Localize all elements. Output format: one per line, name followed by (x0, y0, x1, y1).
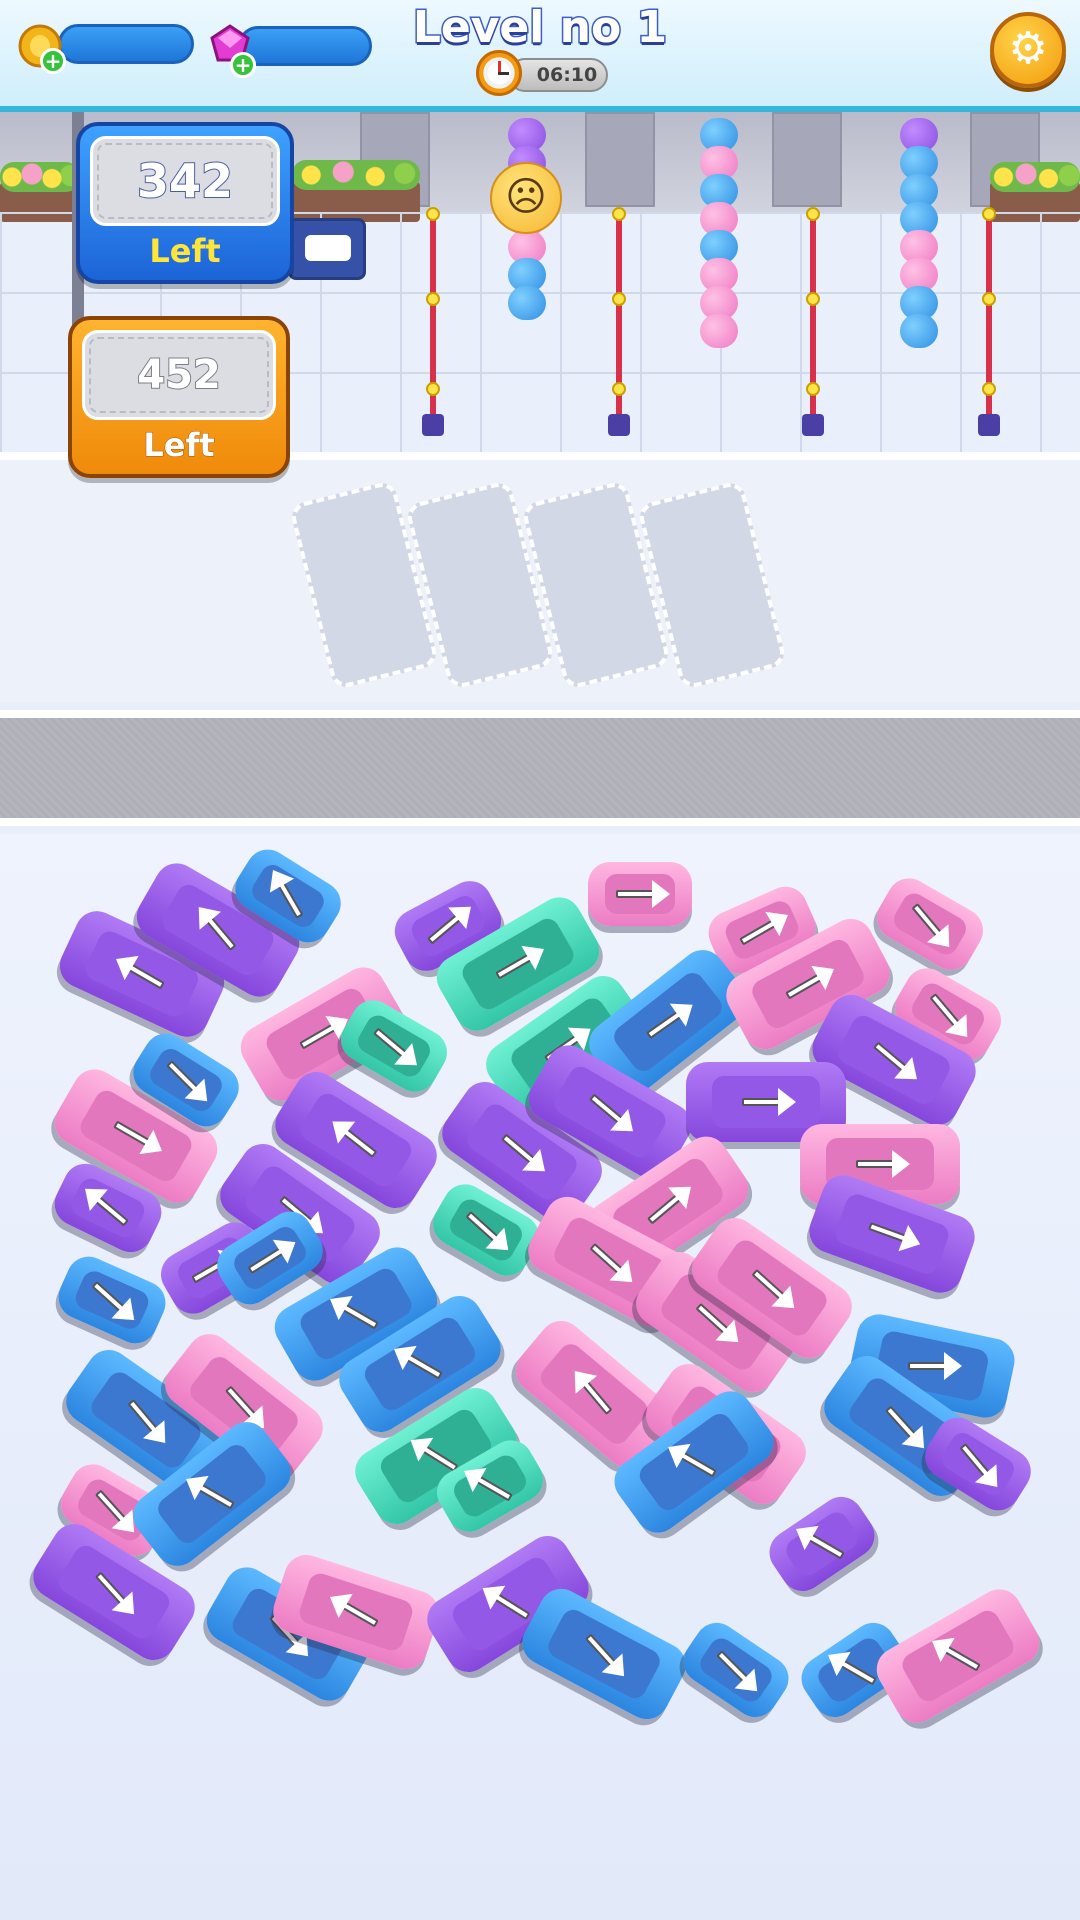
passengers-left-value: 452 (82, 330, 276, 420)
passenger (900, 314, 938, 348)
passengers-left-label: Left (143, 426, 215, 465)
rail-post (608, 414, 630, 436)
flowers (990, 162, 1080, 192)
rail-knob (612, 207, 626, 221)
add-coins-button[interactable]: + (40, 48, 66, 74)
rail-knob (612, 292, 626, 306)
rail-knob (806, 207, 820, 221)
arrow-shaft (908, 1362, 948, 1370)
passengers-left-counter: 452 Left (68, 316, 290, 478)
purple-car[interactable] (760, 1488, 884, 1600)
arrow-head (944, 1352, 962, 1380)
arrow-shaft (616, 890, 656, 898)
vehicles-left-counter: 342 Left (76, 122, 294, 284)
arrow-head (778, 1088, 796, 1116)
clock-icon (476, 50, 522, 96)
flowers (0, 162, 80, 192)
rail-knob (982, 292, 996, 306)
vehicles-left-label: Left (149, 232, 221, 270)
rail-knob (612, 382, 626, 396)
parking-lot (0, 834, 1080, 1920)
flowers (292, 160, 420, 190)
rail-knob (982, 207, 996, 221)
settings-button[interactable]: ⚙ (990, 12, 1066, 88)
game-stage: + + Level no 1 06:10 ⚙ ☹ 342 Left 452 Le… (0, 0, 1080, 1920)
sad-face-icon: ☹ (490, 162, 562, 234)
rail-knob (806, 292, 820, 306)
wall-panel (585, 112, 655, 207)
add-gems-button[interactable]: + (230, 52, 256, 78)
gear-icon: ⚙ (1008, 23, 1048, 74)
rail-knob (426, 382, 440, 396)
rail-knob (982, 382, 996, 396)
coin-bar (58, 24, 194, 64)
pink-car[interactable] (588, 862, 692, 926)
rail-knob (806, 382, 820, 396)
rail-post (978, 414, 1000, 436)
arrow-shaft (742, 1098, 782, 1106)
timer-display: 06:10 (508, 58, 608, 92)
blue-car[interactable] (51, 1249, 173, 1351)
rail-post (802, 414, 824, 436)
rail-post (422, 414, 444, 436)
road (0, 710, 1080, 826)
arrow-head (652, 880, 670, 908)
level-title: Level no 1 (411, 1, 668, 55)
top-hud: + + Level no 1 06:10 ⚙ (0, 0, 1080, 112)
blue-car[interactable] (674, 1614, 798, 1726)
pink-car[interactable] (868, 870, 992, 978)
rail-knob (426, 207, 440, 221)
arrow-head (892, 1150, 910, 1178)
passenger (508, 286, 546, 320)
wall-panel (772, 112, 842, 207)
passenger (700, 314, 738, 348)
vehicles-left-value: 342 (90, 136, 280, 226)
parking-slot-strip (0, 452, 1080, 702)
blue-bus[interactable] (514, 1581, 694, 1727)
rail-knob (426, 292, 440, 306)
arrow-shaft (856, 1160, 896, 1168)
bus-stop-sign (288, 218, 366, 280)
pink-bus[interactable] (868, 1581, 1048, 1731)
